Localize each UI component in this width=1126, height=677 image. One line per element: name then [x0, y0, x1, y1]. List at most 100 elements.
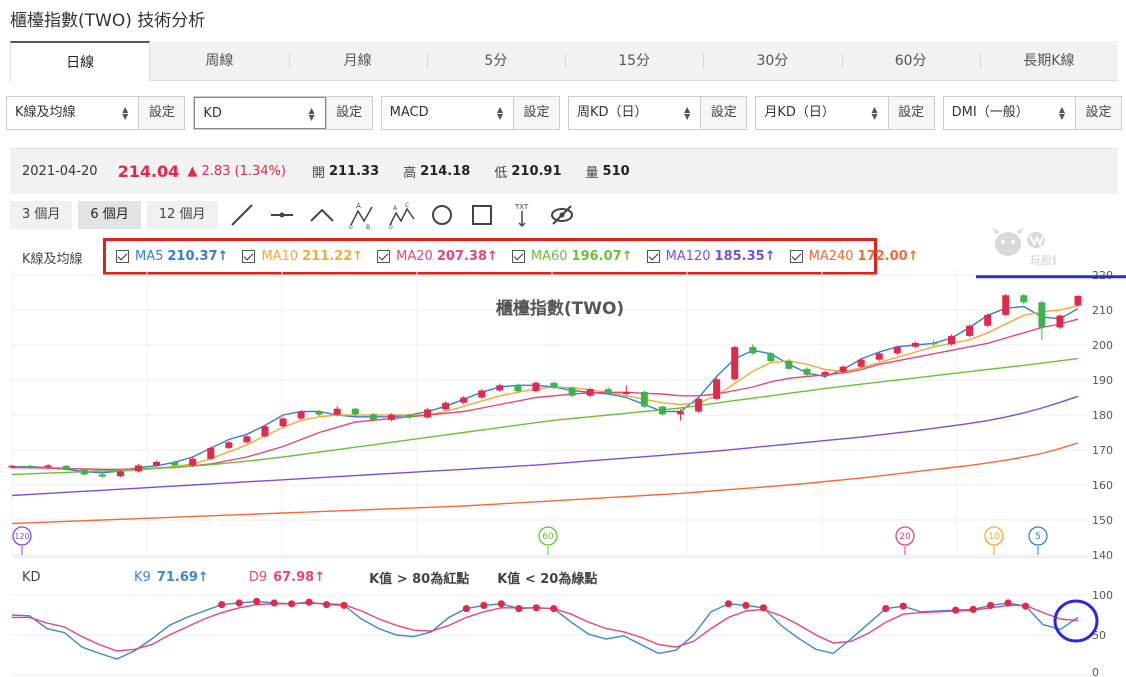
candle [333, 408, 341, 415]
candle [207, 447, 215, 459]
kd-red-dot [1021, 602, 1030, 610]
ma-line-ma5 [11, 305, 1079, 474]
kd-red-dot [480, 601, 488, 610]
candle [821, 371, 829, 375]
candle [1038, 302, 1046, 328]
candle [189, 458, 197, 466]
candle [98, 474, 106, 477]
kd-red-dot [235, 599, 243, 607]
d-name: D9 [248, 570, 268, 585]
candle [586, 389, 594, 396]
ma-line-ma120 [11, 395, 1079, 497]
kd-red-dot [724, 600, 733, 608]
ma-line-ma20 [11, 318, 1079, 470]
y-tick-label: 160 [1092, 479, 1113, 492]
candle [171, 461, 179, 466]
ma-marker-label: 10 [988, 532, 1000, 542]
candle [803, 368, 811, 375]
candle [1002, 295, 1010, 315]
candle [568, 387, 576, 396]
candle [857, 359, 865, 367]
kd-red-dot [253, 597, 261, 606]
y-tick-label: 150 [1092, 514, 1113, 527]
kd-red-dot [322, 601, 331, 609]
kd-red-dot [899, 602, 907, 610]
kd-line-k9 [11, 600, 1079, 660]
candle [677, 411, 685, 415]
kd-red-dot [218, 601, 226, 609]
kd-tick-label: 100 [1092, 589, 1113, 602]
candle [749, 347, 757, 354]
ma-marker-label: 5 [1035, 532, 1041, 542]
kd-red-dot [288, 600, 296, 608]
candle [839, 366, 847, 372]
candle [514, 385, 522, 392]
candle [948, 335, 956, 345]
d-value: 67.98↑ [273, 570, 326, 585]
y-tick-label: 140 [1092, 549, 1113, 562]
candle [442, 402, 450, 410]
candle [424, 409, 432, 418]
candle [1056, 315, 1064, 328]
kd-red-dot [952, 606, 960, 614]
kd-red-dot [532, 604, 540, 612]
kd-red-dot [497, 600, 505, 608]
candle [532, 382, 540, 392]
candle [478, 390, 486, 398]
candle [387, 414, 395, 420]
candle [893, 346, 901, 354]
chart-title: 櫃檯指數(TWO) [496, 298, 624, 319]
candle [80, 469, 88, 475]
candle [640, 391, 648, 407]
candle [351, 408, 359, 415]
kd-red-dot [550, 605, 558, 613]
candle [984, 314, 992, 326]
kd-red-dot [882, 605, 890, 613]
candle [966, 325, 974, 336]
candle [225, 442, 233, 448]
candle [622, 391, 630, 394]
candle [460, 397, 468, 403]
y-tick-label: 170 [1092, 444, 1113, 457]
candle [44, 465, 52, 468]
kd-red-dot [987, 601, 995, 610]
candle [695, 398, 703, 412]
kd-tick-label: 0 [1092, 666, 1099, 677]
kd-red-dot [969, 605, 977, 614]
candle [8, 465, 16, 468]
kd-red-dot [305, 598, 313, 606]
candle [550, 382, 558, 388]
k-value: 71.69↑ [156, 570, 209, 585]
ma-marker-label: 120 [14, 532, 29, 541]
ma-line-ma240 [11, 442, 1079, 525]
candle [62, 465, 70, 470]
y-tick-label: 210 [1092, 304, 1113, 317]
y-tick-label: 190 [1092, 374, 1113, 387]
kd-legend: KD K9 71.69↑ D9 67.98↑ K值 > 80為紅點 K值 < 2… [22, 568, 597, 587]
candle [405, 414, 413, 418]
kd-red-dot [742, 601, 750, 610]
kd-rule-red: K值 > 80為紅點 [369, 572, 470, 587]
candle [243, 436, 251, 443]
candle [658, 406, 666, 415]
candle [1074, 295, 1082, 306]
kd-label: KD [22, 570, 41, 585]
kd-rule-green: K值 < 20為綠點 [497, 572, 598, 587]
candle [315, 411, 323, 415]
candle [767, 353, 775, 362]
y-tick-label: 180 [1092, 409, 1113, 422]
candle [731, 347, 739, 380]
candle [496, 385, 504, 391]
candle [369, 414, 377, 420]
candle [297, 411, 305, 419]
candle [785, 361, 793, 369]
candle [134, 465, 142, 472]
ma-line-ma10 [12, 305, 1079, 472]
ma-marker-label: 20 [899, 532, 911, 542]
kd-red-dot [515, 605, 523, 613]
candle [911, 342, 919, 347]
candle [26, 466, 34, 468]
candle [261, 426, 269, 437]
candle [713, 379, 721, 399]
candle [929, 342, 937, 345]
